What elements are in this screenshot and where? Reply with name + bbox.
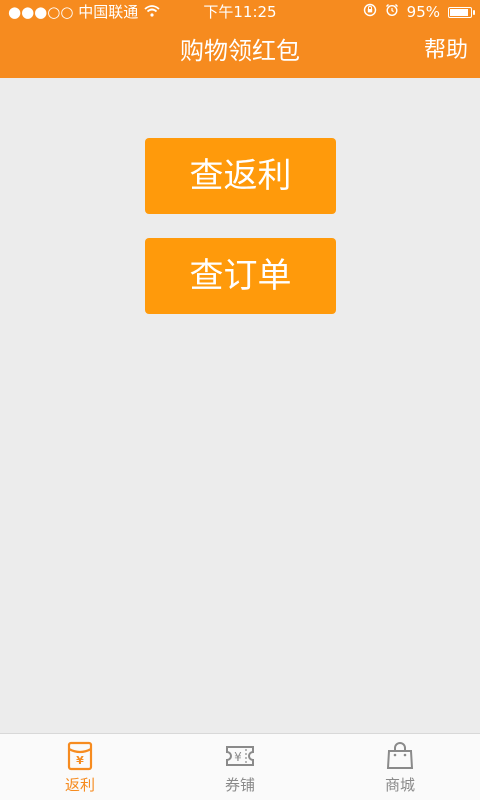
tab-mall-label: 商城 xyxy=(384,776,415,794)
check-rebate-button[interactable]: 查返利 xyxy=(145,138,336,214)
status-right: 95% xyxy=(363,0,475,24)
battery-fill xyxy=(450,8,468,16)
alarm-icon xyxy=(385,0,399,24)
svg-text:¥: ¥ xyxy=(234,750,242,764)
navigation-bar: 购物领红包 帮助 xyxy=(0,24,480,78)
tab-coupon[interactable]: ¥ 券铺 xyxy=(160,734,320,800)
tab-coupon-label: 券铺 xyxy=(224,776,255,794)
battery-percent: 95% xyxy=(406,3,440,21)
battery-icon xyxy=(448,6,475,18)
rotation-lock-icon xyxy=(363,0,377,24)
red-envelope-icon: ¥ xyxy=(67,741,93,771)
tab-rebate[interactable]: ¥ 返利 xyxy=(0,734,160,800)
check-orders-button[interactable]: 查订单 xyxy=(145,238,336,314)
tab-rebate-label: 返利 xyxy=(64,776,95,794)
header-bar: ●●●○○ 中国联通 下午11:25 95% 购物领红包 帮助 xyxy=(0,0,480,78)
shopping-bag-icon xyxy=(386,742,414,769)
svg-text:¥: ¥ xyxy=(76,754,84,767)
tab-mall[interactable]: 商城 xyxy=(320,734,480,800)
help-button[interactable]: 帮助 xyxy=(424,24,468,78)
tab-bar: ¥ 返利 ¥ 券铺 商城 xyxy=(0,733,480,800)
status-bar: ●●●○○ 中国联通 下午11:25 95% xyxy=(0,0,480,24)
coupon-icon: ¥ xyxy=(226,746,254,766)
page-title: 购物领红包 xyxy=(180,37,300,65)
app-screen: ●●●○○ 中国联通 下午11:25 95% 购物领红包 帮助 查返利 查订单 … xyxy=(0,0,480,800)
